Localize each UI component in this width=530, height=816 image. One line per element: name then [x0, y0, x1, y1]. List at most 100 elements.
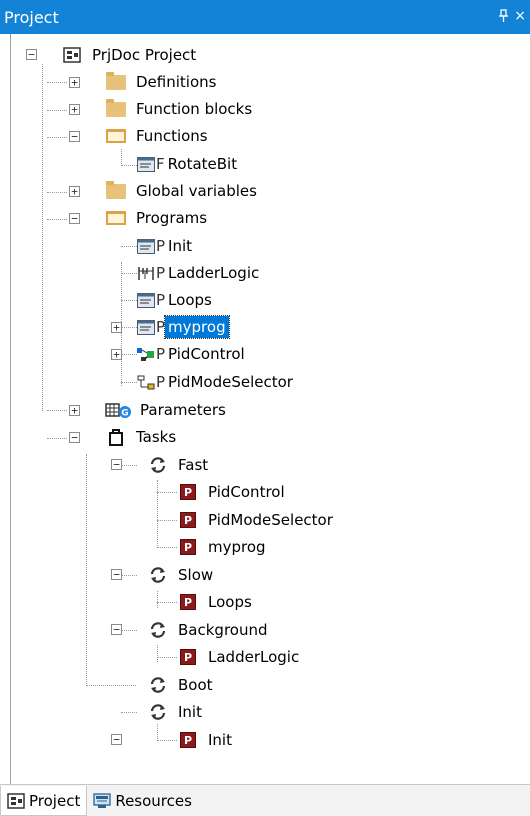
program-instance-icon: P: [177, 482, 199, 502]
tree-line: [121, 382, 137, 383]
program-instance-icon: P: [177, 510, 199, 530]
tree-label: Slow: [178, 566, 214, 584]
tree-node-functions[interactable]: Functions: [105, 124, 211, 148]
close-icon[interactable]: ×: [514, 8, 526, 24]
tree-label: PidModeSelector: [208, 511, 333, 529]
tree-node-task-slow[interactable]: Slow: [147, 563, 216, 587]
pou-type-letter: P: [156, 264, 166, 282]
tree-node-definitions[interactable]: Definitions: [105, 70, 219, 94]
tree-node-programs[interactable]: Programs: [105, 206, 210, 230]
resources-icon: [93, 793, 111, 809]
tree-node-program-pidmodeselector[interactable]: P PidModeSelector: [137, 370, 296, 394]
tree-node-parameters[interactable]: G Parameters: [105, 398, 229, 422]
expand-toggle[interactable]: +: [111, 349, 122, 360]
tree-node-program-init[interactable]: P Init: [137, 234, 195, 258]
tree-line: [121, 149, 122, 166]
tree-label: Loops: [208, 593, 252, 611]
collapse-toggle[interactable]: −: [111, 569, 122, 580]
tree-line: [157, 480, 158, 548]
tree-node-tasks[interactable]: Tasks: [105, 425, 179, 449]
collapse-toggle[interactable]: −: [111, 459, 122, 470]
folder-open-icon: [105, 126, 127, 146]
tree-label-selected: myprog: [164, 315, 230, 339]
folder-icon: [105, 71, 127, 92]
expand-toggle[interactable]: +: [69, 77, 80, 88]
collapse-toggle[interactable]: −: [111, 624, 122, 635]
tasks-icon: [105, 427, 127, 447]
fbd-program-icon: P: [137, 345, 165, 363]
tree-label: PrjDoc Project: [92, 46, 197, 64]
tree-label: LadderLogic: [168, 264, 260, 282]
tab-label: Resources: [115, 792, 192, 810]
tree-label: PidModeSelector: [168, 373, 293, 391]
tree-node-slow-loops[interactable]: P Loops: [177, 590, 255, 614]
tree-node-project[interactable]: PrjDoc Project: [61, 43, 199, 67]
tree-line: [157, 724, 158, 741]
tree-line: [47, 82, 67, 83]
expand-toggle[interactable]: +: [111, 322, 122, 333]
pou-type-letter: P: [156, 373, 166, 391]
tree-label: Tasks: [136, 428, 177, 446]
collapse-toggle[interactable]: −: [26, 49, 37, 60]
tree-line: [157, 740, 177, 741]
tree-label: Init: [178, 703, 202, 721]
expand-toggle[interactable]: +: [69, 104, 80, 115]
tree-label: Parameters: [140, 401, 226, 419]
tree-node-background-ladderlogic[interactable]: P LadderLogic: [177, 645, 302, 669]
collapse-toggle[interactable]: −: [69, 213, 80, 224]
tree-node-global-variables[interactable]: Global variables: [105, 179, 260, 203]
st-program-icon: P: [137, 291, 165, 309]
st-program-icon: P: [137, 237, 165, 255]
tree-line: [157, 657, 177, 658]
tree-line: [121, 165, 137, 166]
parameters-icon: G: [105, 400, 133, 420]
tree-node-rotatebit[interactable]: F RotateBit: [137, 152, 240, 176]
tree-label: Programs: [136, 209, 208, 227]
tree-line: [47, 438, 67, 439]
tree-node-program-pidcontrol[interactable]: P PidControl: [137, 342, 248, 366]
tree-label: RotateBit: [167, 155, 238, 173]
task-cycle-icon: [147, 620, 169, 640]
tree-node-program-myprog[interactable]: P myprog: [137, 315, 230, 339]
tree-node-task-boot[interactable]: Boot: [147, 673, 216, 697]
expand-toggle[interactable]: +: [69, 405, 80, 416]
tree-node-task-fast[interactable]: Fast: [147, 453, 211, 477]
tree-line: [121, 465, 137, 466]
tree-label: myprog: [208, 538, 266, 556]
tab-resources[interactable]: Resources: [87, 786, 198, 816]
tree-node-function-blocks[interactable]: Function blocks: [105, 97, 255, 121]
program-instance-icon: P: [177, 647, 199, 667]
tree-node-task-init[interactable]: Init: [147, 700, 205, 724]
tree-line: [157, 602, 177, 603]
tree-line: [157, 645, 158, 662]
tree-label: Init: [208, 731, 232, 749]
tree-label: Background: [178, 621, 268, 639]
tree-line: [47, 410, 67, 411]
tree-line: [157, 547, 177, 548]
tree-line: [121, 327, 137, 328]
collapse-toggle[interactable]: −: [69, 432, 80, 443]
tree-node-fast-pidmodeselector[interactable]: P PidModeSelector: [177, 508, 336, 532]
expand-toggle[interactable]: +: [69, 186, 80, 197]
program-instance-icon: P: [177, 730, 199, 750]
tree-label: Fast: [178, 456, 209, 474]
tree-node-program-ladderlogic[interactable]: P LadderLogic: [137, 261, 262, 285]
tree-label: Functions: [136, 127, 208, 145]
tree-node-task-background[interactable]: Background: [147, 618, 271, 642]
collapse-toggle[interactable]: −: [111, 734, 122, 745]
tree-node-init-init[interactable]: P Init: [177, 728, 235, 752]
project-tree: − + + − + − + + + − − − − − PrjDoc Proje…: [11, 34, 530, 784]
pin-icon[interactable]: [499, 9, 508, 26]
folder-icon: [105, 98, 127, 119]
collapse-toggle[interactable]: −: [69, 131, 80, 142]
task-cycle-icon: [147, 675, 169, 695]
tree-line: [121, 246, 137, 247]
tab-project[interactable]: Project: [0, 786, 88, 816]
panel-tab-strip: Project Resources: [0, 784, 530, 816]
pou-type-letter: P: [156, 291, 166, 309]
tree-node-program-loops[interactable]: P Loops: [137, 288, 215, 312]
panel-titlebar: Project ×: [0, 0, 530, 34]
tree-node-fast-pidcontrol[interactable]: P PidControl: [177, 480, 288, 504]
tree-node-fast-myprog[interactable]: P myprog: [177, 535, 269, 559]
folder-open-icon: [105, 208, 127, 228]
